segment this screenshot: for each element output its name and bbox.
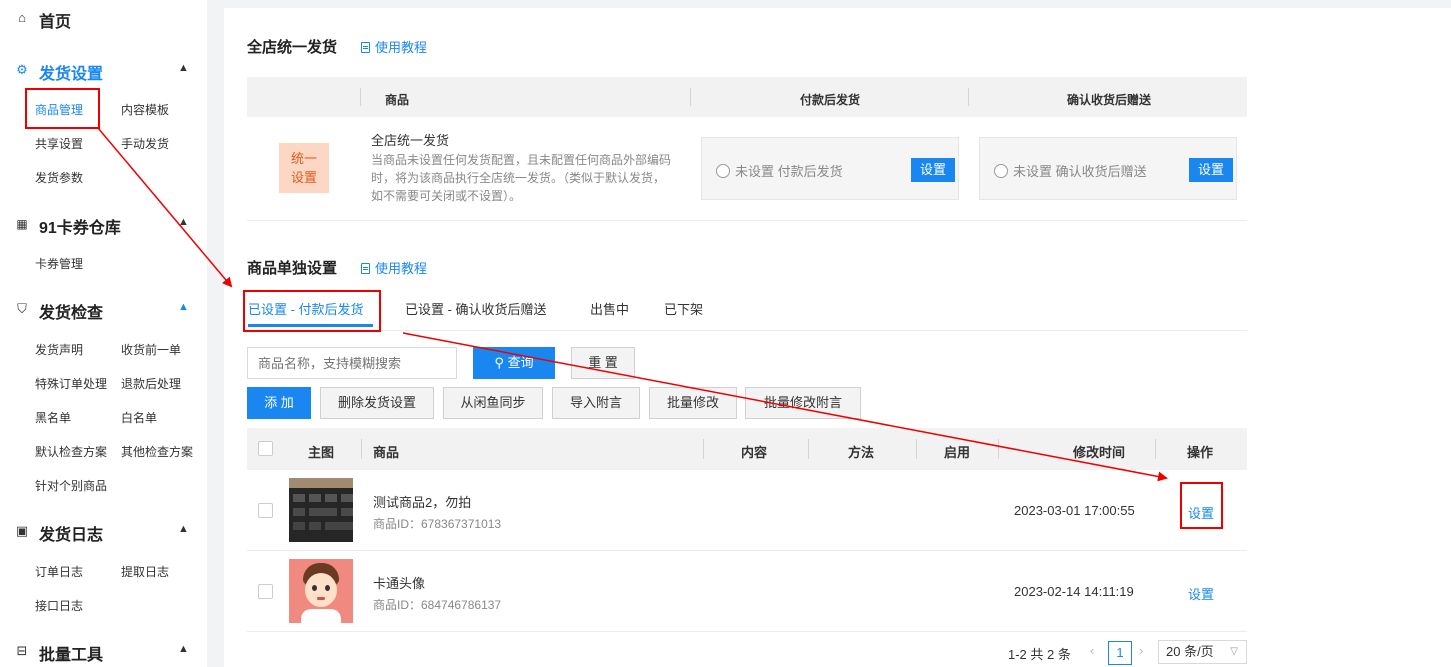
- annotation-arrows: [97, 127, 1168, 482]
- annotation-arrow: [402, 332, 1168, 482]
- annotation-arrow: [97, 127, 233, 288]
